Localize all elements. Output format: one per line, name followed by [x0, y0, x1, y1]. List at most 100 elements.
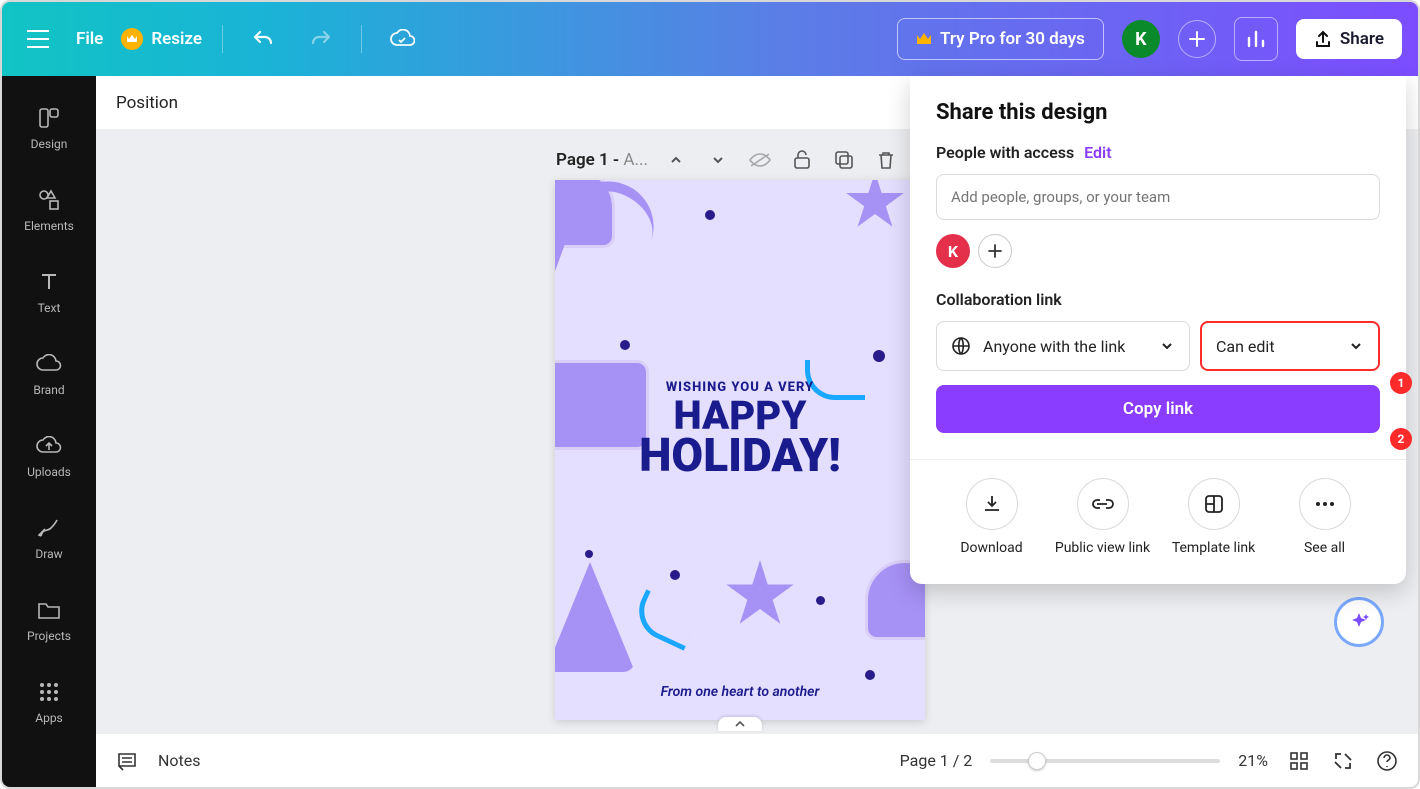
prev-page-button[interactable] — [662, 146, 690, 174]
sidebar-item-label: Projects — [27, 629, 71, 643]
file-menu[interactable]: File — [76, 29, 103, 49]
plus-icon — [1188, 30, 1206, 48]
apps-grid-icon — [36, 679, 62, 705]
divider — [910, 459, 1406, 460]
template-link-action[interactable]: Template link — [1159, 478, 1269, 556]
position-button[interactable]: Position — [116, 93, 178, 113]
public-view-link-action[interactable]: Public view link — [1048, 478, 1158, 556]
notes-button[interactable]: Notes — [158, 751, 201, 770]
candy-cane-art — [555, 180, 666, 331]
bottombar: Notes Page 1 / 2 21% — [96, 733, 1418, 787]
design-canvas[interactable]: WISHING YOU A VERY HAPPY HOLIDAY! From o… — [555, 180, 925, 720]
sidebar-item-brand[interactable]: Brand — [2, 334, 96, 414]
fullscreen-button[interactable] — [1330, 748, 1356, 774]
upload-icon — [1314, 30, 1332, 48]
sidebar-item-projects[interactable]: Projects — [2, 580, 96, 660]
brand-icon — [36, 351, 62, 377]
sidebar-item-draw[interactable]: Draw — [2, 498, 96, 578]
card-title-line2: HOLIDAY! — [555, 435, 925, 479]
action-label: Download — [960, 540, 1022, 556]
edit-access-button[interactable]: Edit — [1084, 143, 1111, 162]
lock-button[interactable] — [788, 146, 816, 174]
chevron-up-icon — [734, 720, 746, 728]
star-cookie-art — [845, 180, 905, 232]
star-cookie-art — [725, 560, 795, 630]
redo-button[interactable] — [301, 19, 341, 59]
sidebar-item-text[interactable]: Text — [2, 252, 96, 332]
left-sidebar: Design Elements Text Brand Uploads Draw … — [2, 76, 96, 787]
sidebar-item-uploads[interactable]: Uploads — [2, 416, 96, 496]
zoom-slider[interactable] — [990, 759, 1220, 763]
undo-icon — [251, 29, 275, 49]
grid-view-button[interactable] — [1286, 748, 1312, 774]
add-person-button[interactable] — [978, 234, 1012, 268]
next-page-button[interactable] — [704, 146, 732, 174]
bar-chart-icon — [1246, 30, 1266, 48]
permission-dropdown[interactable]: Can edit — [1200, 321, 1380, 371]
card-footer: From one heart to another — [555, 684, 925, 700]
dot-art — [620, 340, 630, 350]
zoom-level[interactable]: 21% — [1238, 751, 1268, 770]
share-panel-title: Share this design — [936, 100, 1380, 125]
link-scope-dropdown[interactable]: Anyone with the link — [936, 321, 1190, 371]
resize-button[interactable]: Resize — [121, 28, 202, 50]
page-title-prefix: Page 1 - — [556, 150, 623, 170]
folder-icon — [36, 597, 62, 623]
user-avatar[interactable]: K — [1122, 20, 1160, 58]
share-button[interactable]: Share — [1296, 19, 1402, 59]
page-expand-handle[interactable] — [718, 717, 762, 731]
zoom-slider-thumb[interactable] — [1028, 752, 1046, 770]
share-panel: Share this design People with access Edi… — [910, 76, 1406, 584]
visibility-button[interactable] — [746, 146, 774, 174]
squiggle-art — [629, 589, 700, 651]
topbar: File Resize Try Pro for 30 days K — [2, 2, 1418, 76]
dot-art — [705, 210, 715, 220]
people-access-label: People with access — [936, 143, 1074, 162]
sidebar-item-label: Uploads — [27, 465, 71, 479]
delete-button[interactable] — [872, 146, 900, 174]
add-people-input[interactable] — [936, 174, 1380, 220]
card-headline: WISHING YOU A VERY HAPPY HOLIDAY! — [555, 380, 925, 479]
share-label: Share — [1340, 29, 1384, 49]
hamburger-icon — [27, 30, 49, 48]
callout-badge-1: 1 — [1390, 372, 1412, 394]
help-button[interactable] — [1374, 748, 1400, 774]
plus-icon — [988, 244, 1002, 258]
duplicate-button[interactable] — [830, 146, 858, 174]
app-window: File Resize Try Pro for 30 days K — [0, 0, 1420, 789]
callout-badge-2: 2 — [1390, 428, 1412, 450]
copy-link-button[interactable]: Copy link — [936, 385, 1380, 433]
tree-cookie-art — [555, 562, 635, 672]
sidebar-item-label: Text — [38, 301, 61, 315]
sidebar-item-label: Brand — [33, 383, 64, 397]
dot-art — [585, 550, 593, 558]
ai-assistant-button[interactable] — [1334, 597, 1384, 647]
insights-button[interactable] — [1234, 17, 1278, 61]
cloud-check-icon — [389, 29, 415, 49]
add-member-button[interactable] — [1178, 20, 1216, 58]
hamburger-menu-button[interactable] — [18, 19, 58, 59]
download-icon — [982, 494, 1002, 514]
sidebar-item-label: Draw — [35, 547, 62, 561]
page-indicator[interactable]: Page 1 / 2 — [900, 751, 973, 770]
cloud-sync-button[interactable] — [382, 19, 422, 59]
separator — [222, 25, 223, 53]
page-title[interactable]: Page 1 - A... — [556, 150, 648, 170]
sidebar-item-elements[interactable]: Elements — [2, 170, 96, 250]
try-pro-button[interactable]: Try Pro for 30 days — [897, 18, 1104, 60]
notes-icon — [114, 748, 140, 774]
separator — [361, 25, 362, 53]
undo-button[interactable] — [243, 19, 283, 59]
sidebar-item-apps[interactable]: Apps — [2, 662, 96, 742]
sidebar-item-label: Elements — [24, 219, 74, 233]
sparkle-icon — [1348, 611, 1370, 633]
sidebar-item-label: Design — [31, 137, 68, 151]
draw-icon — [36, 515, 62, 541]
download-action[interactable]: Download — [937, 478, 1047, 556]
resize-label: Resize — [151, 29, 202, 49]
sidebar-item-design[interactable]: Design — [2, 88, 96, 168]
more-icon — [1315, 501, 1335, 507]
design-icon — [36, 105, 62, 131]
see-all-action[interactable]: See all — [1270, 478, 1380, 556]
person-avatar[interactable]: K — [936, 234, 970, 268]
